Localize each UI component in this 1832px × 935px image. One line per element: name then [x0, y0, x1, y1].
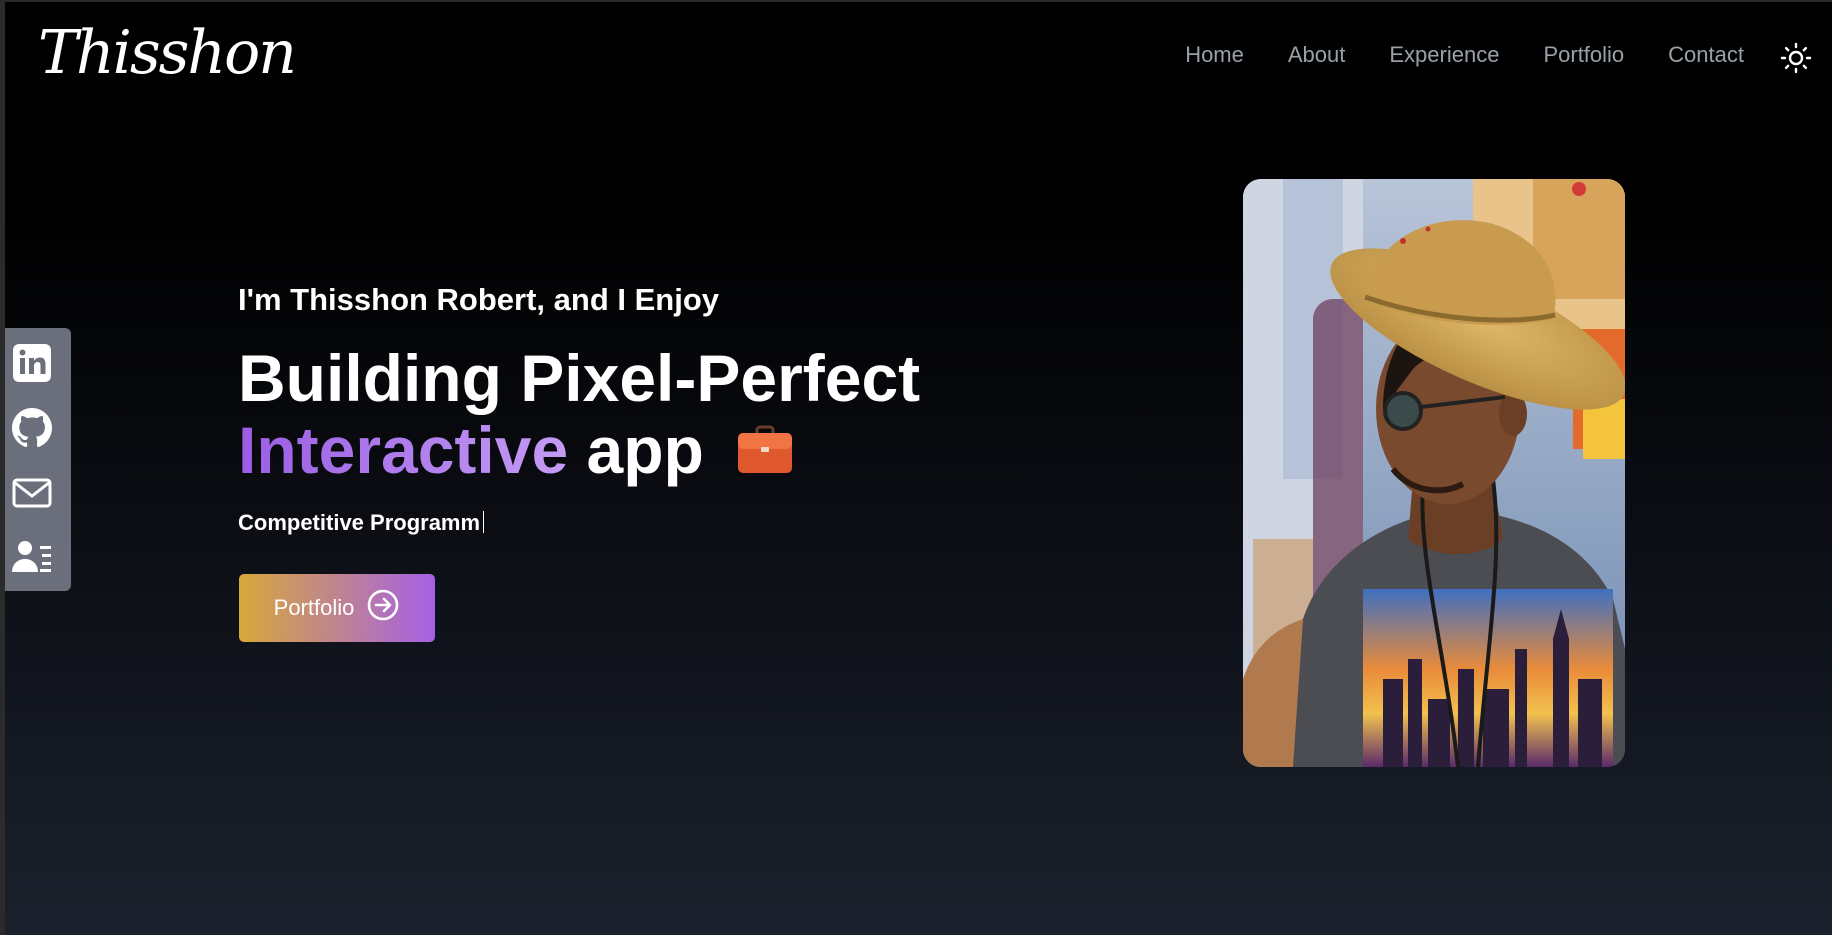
headline-line-2: Interactive app	[238, 414, 920, 488]
nav-portfolio[interactable]: Portfolio	[1543, 42, 1624, 68]
sun-icon[interactable]	[1780, 42, 1812, 74]
arrow-right-circle-icon	[366, 588, 400, 628]
portfolio-button-label: Portfolio	[273, 595, 355, 620]
hero-headline: Building Pixel-Perfect Interactive app	[238, 342, 920, 488]
hero-intro: I'm Thisshon Robert, and I Enjoy	[238, 282, 720, 317]
main-nav: Home About Experience Portfolio Contact	[1185, 42, 1744, 68]
headline-line-1: Building Pixel-Perfect	[238, 341, 921, 415]
typed-text: Competitive Programm	[238, 510, 485, 536]
mail-icon[interactable]	[9, 470, 55, 516]
linkedin-icon[interactable]	[9, 340, 55, 386]
briefcase-icon	[736, 416, 794, 488]
site-logo[interactable]: Thisshon	[38, 8, 297, 98]
nav-home[interactable]: Home	[1185, 42, 1244, 68]
nav-experience[interactable]: Experience	[1389, 42, 1499, 68]
headline-accent: Interactive	[238, 413, 569, 487]
nav-contact[interactable]: Contact	[1668, 42, 1744, 68]
window-frame-top	[0, 0, 1832, 2]
nav-about[interactable]: About	[1288, 42, 1346, 68]
social-sidebar	[5, 328, 71, 591]
headline-rest: app	[586, 413, 704, 487]
contact-card-icon[interactable]	[9, 534, 55, 580]
typed-text-value: Competitive Programm	[238, 510, 481, 535]
portfolio-button[interactable]: Portfolio	[239, 574, 435, 642]
profile-photo	[1243, 179, 1625, 767]
typing-caret	[483, 511, 485, 533]
github-icon[interactable]	[9, 405, 55, 451]
